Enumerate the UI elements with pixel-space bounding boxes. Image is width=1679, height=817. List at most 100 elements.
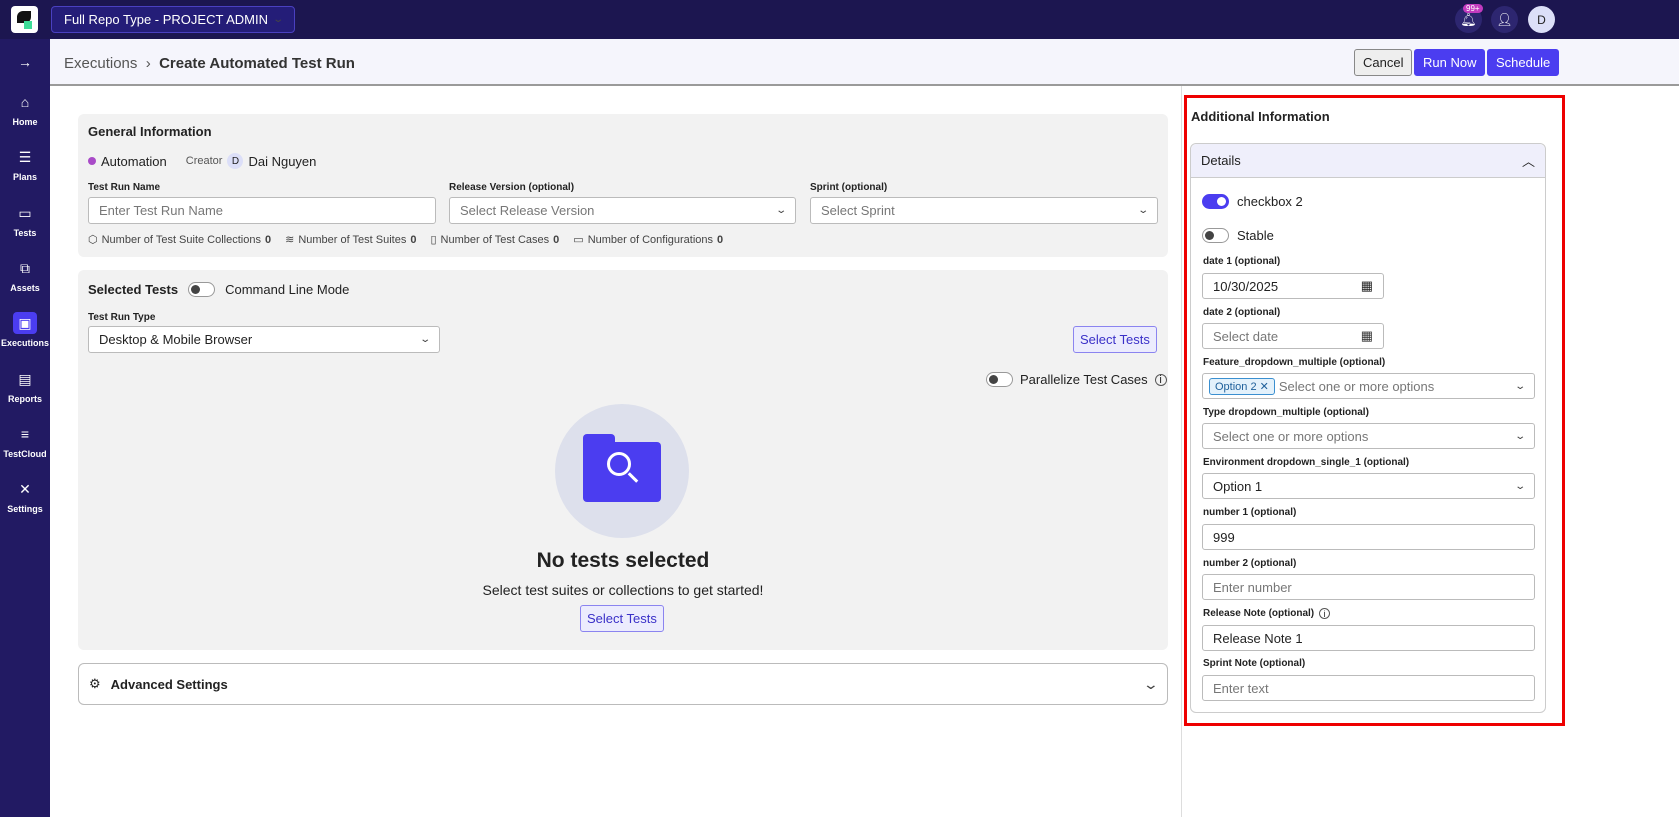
automation-label: Automation (101, 153, 167, 169)
run-type-meta: Automation Creator D Dai Nguyen (88, 153, 316, 169)
app-logo[interactable] (11, 6, 38, 33)
placeholder: Select one or more options (1213, 428, 1369, 444)
placeholder: Enter number (1213, 579, 1292, 595)
parallelize-toggle[interactable] (986, 372, 1013, 387)
sidebar-label: Reports (7, 394, 42, 404)
sidebar-item-home[interactable]: ⌂ Home (0, 91, 50, 127)
select-tests-empty-button[interactable]: Select Tests (580, 605, 664, 632)
info-icon[interactable]: i (1154, 373, 1167, 386)
creator-name: Dai Nguyen (248, 153, 317, 169)
chevron-down-icon: ⌄ (1513, 480, 1526, 492)
sidebar-item-assets[interactable]: ⧉ Assets (0, 257, 50, 293)
empty-state-title: No tests selected (536, 549, 710, 572)
creator-avatar: D (227, 153, 244, 169)
divider (1181, 86, 1182, 817)
chevron-down-icon: ⌄ (1513, 430, 1526, 442)
number1-value: 999 (1213, 529, 1235, 545)
checkbox2-row: checkbox 2 (1202, 194, 1303, 209)
selected-value: Option 1 (1213, 478, 1263, 494)
sidebar-label: Tests (13, 228, 37, 238)
release-note-value: Release Note 1 (1213, 630, 1303, 646)
section-title: General Information (88, 124, 212, 139)
chevron-down-icon: ⌄ (272, 14, 285, 25)
cancel-button[interactable]: Cancel (1354, 49, 1413, 76)
sidebar-item-settings[interactable]: ✕ Settings (0, 478, 50, 514)
release-note-label-row: Release Note (optional) i (1203, 608, 1331, 619)
date1-input[interactable]: 10/30/2025 ▦ (1202, 273, 1384, 299)
sidebar-label: Home (12, 117, 38, 127)
cube-icon: ⬡ (88, 234, 98, 246)
plans-icon: ☰ (18, 149, 32, 165)
stat-label: Number of Test Cases (440, 233, 550, 246)
checkbox2-toggle[interactable] (1202, 194, 1229, 209)
sidebar-expand-button[interactable]: → (0, 51, 50, 77)
checkbox2-label: checkbox 2 (1237, 194, 1303, 209)
calendar-icon[interactable]: ▦ (1361, 328, 1373, 344)
sprint-note-input[interactable]: Enter text (1202, 675, 1535, 701)
sidebar-label: Executions (0, 338, 49, 348)
user-avatar[interactable]: D (1528, 6, 1555, 33)
creator-label: Creator (185, 155, 223, 167)
breadcrumb-executions[interactable]: Executions (64, 55, 137, 72)
release-note-input[interactable]: Release Note 1 (1202, 625, 1535, 651)
parallelize-row: Parallelize Test Cases i (986, 372, 1167, 387)
number1-input[interactable]: 999 (1202, 524, 1535, 550)
chevron-down-icon: ⌄ (774, 205, 787, 216)
server-icon: ≡ (20, 426, 30, 442)
project-selector[interactable]: Full Repo Type - PROJECT ADMIN ⌄ (51, 6, 296, 33)
test-run-name-label: Test Run Name (88, 182, 161, 193)
chevron-right-icon: › (141, 55, 155, 72)
layers-icon: ≋ (285, 234, 295, 246)
sidebar-label: TestCloud (3, 449, 47, 459)
placeholder: Select date (1213, 328, 1279, 344)
gear-icon: ⚙ (89, 676, 101, 691)
stable-label: Stable (1237, 228, 1274, 243)
reports-icon: ▤ (18, 371, 32, 387)
select-tests-button[interactable]: Select Tests (1073, 326, 1157, 353)
stat-configurations: ▭ Number of Configurations 0 (573, 233, 723, 247)
advanced-settings-accordion[interactable]: ⚙ Advanced Settings ⌄ (78, 663, 1168, 705)
remove-tag-icon[interactable]: ✕ (1260, 381, 1269, 393)
environment-dropdown[interactable]: Option 1 ⌄ (1202, 473, 1535, 499)
sidebar-item-testcloud[interactable]: ≡ TestCloud (0, 423, 50, 459)
sidebar-item-executions[interactable]: ▣ Executions (0, 312, 50, 348)
sidebar-item-plans[interactable]: ☰ Plans (0, 146, 50, 182)
stat-label: Number of Test Suites (298, 233, 407, 246)
number2-input[interactable]: Enter number (1202, 574, 1535, 600)
breadcrumb: Executions › Create Automated Test Run (64, 55, 355, 72)
user-settings-button[interactable]: 👤︎ (1491, 6, 1518, 33)
empty-state-illustration (555, 404, 689, 538)
calendar-icon[interactable]: ▦ (1361, 278, 1373, 294)
command-line-mode-toggle[interactable] (188, 282, 216, 297)
release-version-select[interactable]: Select Release Version ⌄ (449, 197, 796, 224)
schedule-button[interactable]: Schedule (1487, 49, 1560, 76)
run-now-button[interactable]: Run Now (1414, 49, 1486, 76)
date2-input[interactable]: Select date ▦ (1202, 323, 1384, 349)
stat-suites: ≋ Number of Test Suites 0 (285, 233, 416, 247)
type-dropdown-label: Type dropdown_multiple (optional) (1203, 407, 1369, 418)
info-icon[interactable]: i (1319, 608, 1331, 619)
test-run-name-input[interactable]: Enter Test Run Name (88, 197, 436, 224)
chevron-down-icon: ⌄ (1136, 205, 1149, 216)
stat-label: Number of Test Suite Collections (101, 233, 261, 246)
test-run-type-select[interactable]: Desktop & Mobile Browser ⌄ (88, 326, 440, 353)
arrow-right-icon: → (18, 54, 32, 70)
details-title: Details (1201, 153, 1241, 168)
selected-tests-header: Selected Tests Command Line Mode (88, 282, 349, 297)
page-title: Create Automated Test Run (159, 55, 355, 72)
date1-value: 10/30/2025 (1213, 278, 1279, 294)
sprint-select[interactable]: Select Sprint ⌄ (810, 197, 1158, 224)
details-accordion-header[interactable]: Details ︿ (1191, 144, 1545, 178)
sidebar-label: Assets (10, 283, 40, 293)
executions-icon: ▣ (13, 312, 37, 334)
sidebar-item-reports[interactable]: ▤ Reports (0, 368, 50, 404)
sidebar-item-tests[interactable]: ▭ Tests (0, 202, 50, 238)
type-dropdown-multiple[interactable]: Select one or more options ⌄ (1202, 423, 1535, 449)
command-line-mode-label: Command Line Mode (225, 282, 350, 297)
chevron-down-icon: ⌄ (1513, 380, 1526, 392)
stat-value: 0 (264, 233, 272, 246)
additional-information-title: Additional Information (1191, 109, 1330, 124)
stable-toggle[interactable] (1202, 228, 1229, 243)
folder-icon: ▭ (18, 205, 32, 221)
feature-dropdown-multiple[interactable]: Option 2 ✕ Select one or more options ⌄ (1202, 373, 1535, 399)
